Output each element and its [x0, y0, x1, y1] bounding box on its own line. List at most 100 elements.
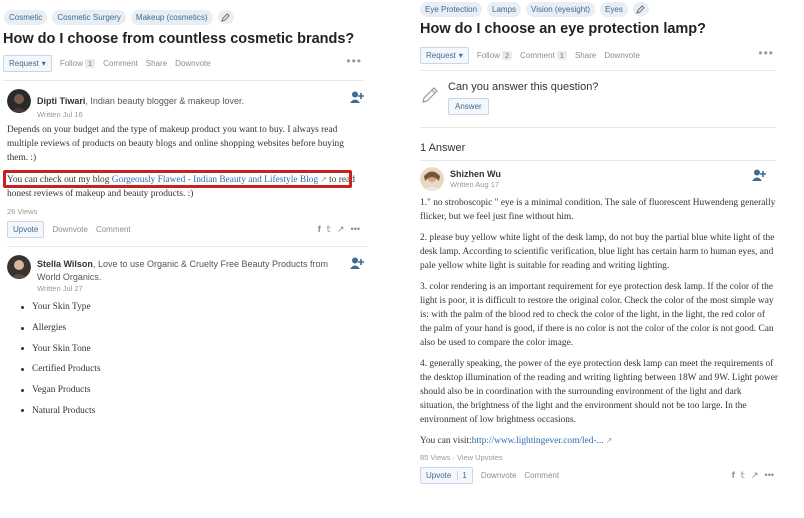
upvote-button[interactable]: Upvote	[7, 220, 45, 238]
follow-count: 2	[501, 50, 513, 60]
answer-item: Dipti Tiwari, Indian beauty blogger & ma…	[0, 81, 372, 238]
topic-tag[interactable]: Makeup (cosmetics)	[130, 9, 213, 25]
chevron-down-icon: ▾	[458, 50, 463, 60]
question-action-bar: Request ▾ Follow 2 Comment 1 Share Downvot…	[420, 46, 780, 64]
website-link[interactable]: http://www.lightingever.com/led-...	[472, 436, 604, 446]
avatar[interactable]	[7, 255, 31, 279]
topic-tag[interactable]: Lamps	[487, 1, 522, 17]
list-item: Vegan Products	[7, 380, 364, 401]
topic-list: Cosmetic Cosmetic Surgery Makeup (cosmet…	[0, 0, 372, 25]
twitter-icon[interactable]: 𝕥	[741, 470, 745, 481]
upvote-button[interactable]: Upvote 1	[420, 466, 473, 484]
answer-paragraph: 4. generally speaking, the power of the …	[420, 359, 779, 425]
answer-prompt-text: Can you answer this question?	[448, 81, 599, 93]
views-count[interactable]: 85 Views	[420, 453, 450, 462]
more-options-icon[interactable]: •••	[346, 54, 362, 68]
answer-prompt: Can you answer this question? Answer	[420, 71, 780, 127]
written-date[interactable]: Written Jul 27	[37, 284, 337, 293]
topic-tag[interactable]: Vision (eyesight)	[526, 1, 596, 17]
bullet-list: Your Skin Type Allergies Your Skin Tone …	[7, 297, 364, 421]
answer-action-bar: Upvote 1 Downvote Comment f 𝕥 ↗ •••	[420, 466, 776, 484]
list-item: Natural Products	[7, 400, 364, 421]
topic-tag[interactable]: Eye Protection	[420, 1, 483, 17]
views-count[interactable]: 26 Views	[7, 207, 364, 216]
answer-text: You can visit:	[420, 436, 472, 446]
more-options-icon[interactable]: •••	[758, 46, 774, 60]
more-options-icon[interactable]: •••	[765, 470, 774, 480]
topic-tag[interactable]: Eyes	[600, 1, 628, 17]
answer-item: Stella Wilson, Love to use Organic & Cru…	[0, 247, 372, 421]
question-title[interactable]: How do I choose from countless cosmetic …	[0, 30, 372, 48]
request-button[interactable]: Request ▾	[420, 46, 469, 64]
share-icons: f 𝕥 ↗ •••	[318, 224, 360, 235]
comment-button[interactable]: Comment	[96, 225, 131, 234]
topic-tag[interactable]: Cosmetic	[4, 9, 48, 25]
right-question-panel: Eye Protection Lamps Vision (eyesight) E…	[420, 0, 780, 484]
upvote-count: 1	[457, 470, 467, 480]
facebook-icon[interactable]: f	[732, 470, 735, 480]
highlight-annotation-box	[3, 170, 352, 188]
list-item: Your Skin Tone	[7, 338, 364, 359]
views-row: 85 Views · View Upvotes	[420, 453, 503, 462]
follow-user-icon[interactable]	[752, 169, 766, 181]
edit-topics-pencil-icon[interactable]	[217, 10, 234, 24]
downvote-button[interactable]: Downvote	[175, 59, 211, 68]
comment-button[interactable]: Comment	[524, 471, 559, 480]
avatar[interactable]	[420, 167, 444, 191]
request-label: Request	[9, 58, 39, 68]
chevron-down-icon: ▾	[41, 58, 46, 68]
share-icon[interactable]: ↗	[751, 470, 759, 481]
written-date[interactable]: Written Aug 17	[450, 180, 501, 189]
request-label: Request	[426, 50, 456, 60]
answer-paragraph: You can visit:http://www.lightingever.co…	[420, 434, 780, 448]
written-date[interactable]: Written Jul 16	[37, 110, 244, 119]
follow-button[interactable]: Follow 2	[476, 50, 513, 60]
twitter-icon[interactable]: 𝕥	[327, 224, 331, 235]
follow-button[interactable]: Follow 1	[59, 58, 96, 68]
answer-paragraph: 1." no stroboscopic " eye is a minimal c…	[420, 198, 776, 222]
author-name[interactable]: Shizhen Wu	[450, 169, 501, 179]
downvote-button[interactable]: Downvote	[604, 51, 640, 60]
share-button[interactable]: Share	[575, 51, 596, 60]
answer-button[interactable]: Answer	[448, 98, 489, 115]
external-link-icon: ↗	[603, 436, 613, 445]
share-icon[interactable]: ↗	[337, 224, 345, 235]
downvote-button[interactable]: Downvote	[52, 225, 88, 234]
question-title[interactable]: How do I choose an eye protection lamp?	[420, 20, 780, 38]
comment-count: 1	[556, 50, 567, 60]
follow-label: Follow	[476, 50, 500, 60]
list-item: Certified Products	[7, 359, 364, 380]
upvote-label: Upvote	[426, 470, 452, 480]
answer-paragraph: 3. color rendering is an important requi…	[420, 282, 774, 348]
share-button[interactable]: Share	[146, 59, 167, 68]
topic-tag[interactable]: Cosmetic Surgery	[52, 9, 126, 25]
answer-author: Shizhen Wu Written Aug 17	[420, 167, 780, 191]
pencil-icon	[422, 87, 438, 103]
answer-author: Dipti Tiwari, Indian beauty blogger & ma…	[7, 89, 364, 119]
follow-user-icon[interactable]	[350, 91, 364, 103]
follow-label: Follow	[59, 58, 83, 68]
list-item: Allergies	[7, 318, 364, 339]
follow-count: 1	[84, 58, 96, 68]
facebook-icon[interactable]: f	[318, 224, 321, 234]
author-name[interactable]: Stella Wilson	[37, 259, 93, 269]
avatar[interactable]	[7, 89, 31, 113]
comment-button[interactable]: Comment 1	[520, 50, 567, 60]
view-upvotes-link[interactable]: View Upvotes	[457, 453, 503, 462]
author-credential: , Indian beauty blogger & makeup lover.	[85, 96, 244, 106]
answers-count: 1 Answer	[420, 142, 466, 154]
follow-user-icon[interactable]	[350, 257, 364, 269]
question-action-bar: Request ▾ Follow 1 Comment Share Downvote…	[0, 54, 372, 72]
edit-topics-pencil-icon[interactable]	[632, 2, 649, 16]
request-button[interactable]: Request ▾	[3, 54, 52, 72]
left-question-panel: Cosmetic Cosmetic Surgery Makeup (cosmet…	[0, 0, 372, 421]
comment-label: Comment	[520, 50, 555, 60]
more-options-icon[interactable]: •••	[351, 224, 360, 234]
downvote-button[interactable]: Downvote	[481, 471, 517, 480]
list-item: Your Skin Type	[7, 297, 364, 318]
answer-author: Stella Wilson, Love to use Organic & Cru…	[7, 255, 364, 293]
topic-list: Eye Protection Lamps Vision (eyesight) E…	[420, 0, 780, 17]
answer-paragraph: Depends on your budget and the type of m…	[7, 125, 344, 163]
comment-button[interactable]: Comment	[103, 59, 138, 68]
author-name[interactable]: Dipti Tiwari	[37, 96, 85, 106]
